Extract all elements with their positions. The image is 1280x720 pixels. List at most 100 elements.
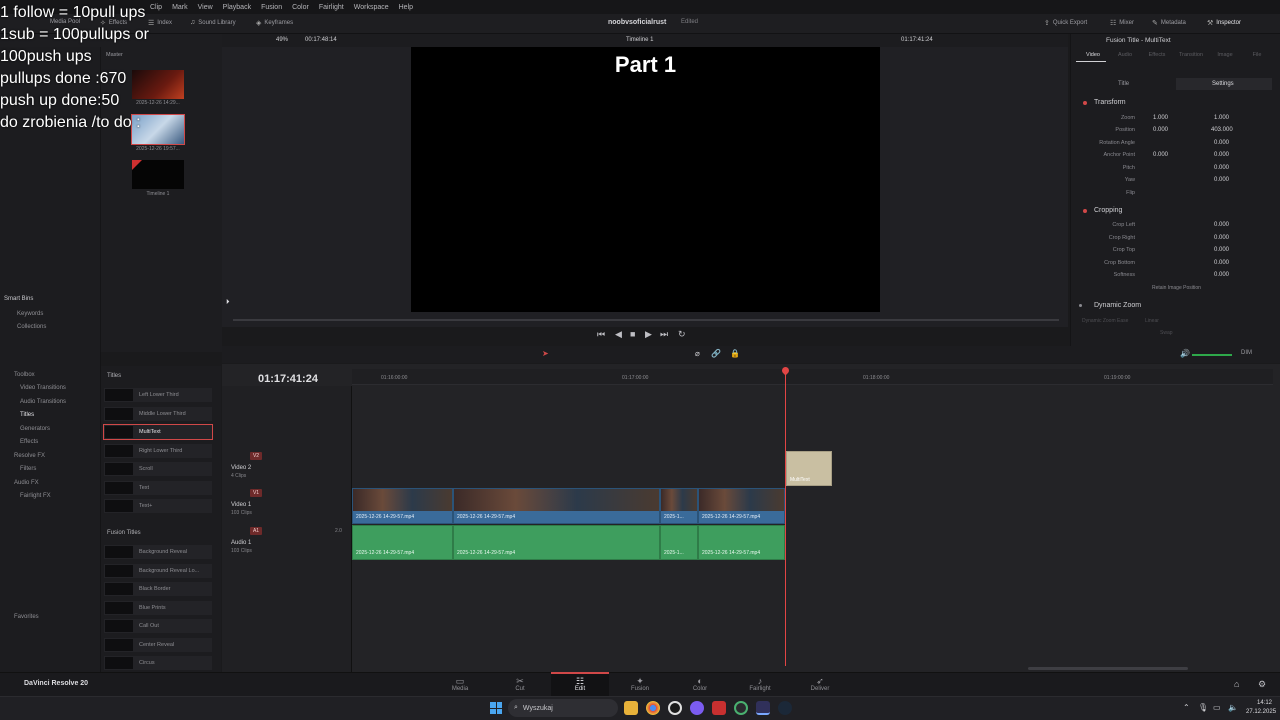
title-scroll[interactable]: Scroll	[104, 462, 212, 476]
dynamic-zoom-header[interactable]: Dynamic Zoom	[1094, 302, 1141, 309]
inspector-tab-image[interactable]: Image	[1210, 52, 1240, 58]
chrome-icon[interactable]	[646, 701, 660, 715]
menu-fairlight[interactable]: Fairlight	[319, 4, 344, 11]
discord-icon[interactable]	[690, 701, 704, 715]
anchor-x-field[interactable]: 0.000	[1153, 152, 1168, 158]
microphone-icon[interactable]: 🎙	[1198, 703, 1208, 712]
steam-icon[interactable]	[778, 701, 792, 715]
subtab-settings[interactable]: Settings	[1212, 81, 1234, 87]
fusion-title-item[interactable]: Blue Prints	[104, 601, 212, 615]
transform-enabled-dot[interactable]	[1083, 101, 1087, 105]
audio-transitions-item[interactable]: Audio Transitions	[20, 399, 66, 405]
timeline-thumb[interactable]	[132, 160, 184, 189]
zoom-x-field[interactable]: 1.000	[1153, 115, 1168, 121]
taskbar-clock[interactable]: 14:12 27.12.2025	[1246, 699, 1276, 717]
page-deliver[interactable]: ➶ Deliver	[800, 676, 840, 692]
fullscreen-icon[interactable]: ⏵	[226, 299, 230, 307]
transform-header[interactable]: Transform	[1094, 99, 1126, 106]
fusion-title-item[interactable]: Center Reveal	[104, 638, 212, 652]
effects-item[interactable]: Effects	[20, 439, 38, 445]
quick-export-button[interactable]: ⇪ Quick Export	[1044, 19, 1087, 27]
tray-chevron-icon[interactable]: ⌃	[1183, 703, 1190, 712]
skip-end-icon[interactable]: ⏭	[660, 329, 668, 340]
subtab-title[interactable]: Title	[1118, 81, 1129, 87]
video-clip[interactable]: 2025-12-26 14-29-57.mp4	[453, 488, 660, 524]
title-clip[interactable]: MultiText	[786, 451, 832, 486]
play-icon[interactable]: ▶	[645, 329, 652, 340]
inspector-tab-video[interactable]: Video	[1078, 52, 1108, 58]
audio-clip[interactable]: 2025-12-26 14-29-57.mp4	[453, 525, 660, 560]
video-clip[interactable]: 2025-1...	[660, 488, 698, 524]
cropping-enabled-dot[interactable]	[1083, 209, 1087, 213]
position-x-field[interactable]: 0.000	[1153, 127, 1168, 133]
fairlight-fx-item[interactable]: Fairlight FX	[20, 493, 51, 499]
inspector-tab-transition[interactable]: Transition	[1176, 52, 1206, 58]
generators-item[interactable]: Generators	[20, 426, 50, 432]
volume-icon[interactable]: 🔊	[1180, 349, 1190, 358]
page-fusion[interactable]: ✦ Fusion	[620, 676, 660, 692]
page-fairlight[interactable]: ♪ Fairlight	[740, 676, 780, 692]
zoom-dropdown[interactable]: 49%	[276, 37, 288, 43]
a1-badge[interactable]: A1	[250, 527, 262, 535]
v2-badge[interactable]: V2	[250, 452, 262, 460]
audio-fx-category[interactable]: Audio FX	[14, 480, 39, 486]
capcut-icon[interactable]	[712, 701, 726, 715]
menu-fusion[interactable]: Fusion	[261, 4, 282, 11]
mixer-button[interactable]: ☷ Mixer	[1110, 19, 1134, 27]
selection-tool-icon[interactable]: ➤	[542, 349, 549, 358]
timeline-dropdown[interactable]: Timeline 1	[626, 37, 653, 43]
menu-color[interactable]: Color	[292, 4, 309, 11]
menu-help[interactable]: Help	[399, 4, 413, 11]
sound-library-button[interactable]: ♫ Sound Library	[190, 19, 236, 26]
title-middle-lower-third[interactable]: Middle Lower Third	[104, 407, 212, 421]
network-icon[interactable]: ▭	[1213, 703, 1221, 712]
video-clip[interactable]: 2025-12-26 14-29-57.mp4	[352, 488, 453, 524]
title-right-lower-third[interactable]: Right Lower Third	[104, 444, 212, 458]
anchor-y-field[interactable]: 0.000	[1214, 152, 1229, 158]
yaw-field[interactable]: 0.000	[1214, 177, 1229, 183]
speaker-icon[interactable]: 🔈	[1228, 703, 1238, 712]
menu-playback[interactable]: Playback	[223, 4, 251, 11]
title-text-plus[interactable]: Text+	[104, 499, 212, 513]
cropping-header[interactable]: Cropping	[1094, 207, 1122, 214]
viewer-scrubber[interactable]	[233, 319, 1059, 321]
audio-clip[interactable]: 2025-12-26 14-29-57.mp4	[352, 525, 453, 560]
fusion-title-item[interactable]: Black Border	[104, 582, 212, 596]
dynamic-zoom-ease-select[interactable]: Linear	[1145, 318, 1159, 324]
stop-icon[interactable]: ■	[630, 329, 635, 339]
softness-field[interactable]: 0.000	[1214, 272, 1229, 278]
fusion-title-item[interactable]: Background Reveal Lo...	[104, 564, 212, 578]
dynamic-zoom-dot[interactable]	[1079, 304, 1082, 307]
file-explorer-icon[interactable]	[624, 701, 638, 715]
page-media[interactable]: ▭ Media	[440, 676, 480, 692]
timeline-ruler[interactable]	[352, 369, 1273, 385]
resolve-fx-category[interactable]: Resolve FX	[14, 453, 45, 459]
retain-image-position-checkbox[interactable]: Retain Image Position	[1152, 285, 1201, 291]
fusion-title-item[interactable]: Background Reveal	[104, 545, 212, 559]
title-multitext[interactable]: MultiText	[103, 424, 213, 440]
favorites-header[interactable]: Favorites	[14, 614, 39, 620]
audio-clip[interactable]: 2025-12-26 14-29-57.mp4	[698, 525, 785, 560]
viewer-canvas[interactable]	[411, 47, 880, 312]
smart-bin-collections[interactable]: Collections	[17, 324, 46, 330]
smart-bin-keywords[interactable]: Keywords	[17, 311, 43, 317]
inspector-tab-effects[interactable]: Effects	[1142, 52, 1172, 58]
crop-bottom-field[interactable]: 0.000	[1214, 260, 1229, 266]
toolbox-category[interactable]: Toolbox	[14, 372, 35, 378]
title-left-lower-third[interactable]: Left Lower Third	[104, 388, 212, 402]
inspector-tab-audio[interactable]: Audio	[1110, 52, 1140, 58]
crop-right-field[interactable]: 0.000	[1214, 235, 1229, 241]
playhead-line[interactable]	[785, 370, 786, 666]
page-cut[interactable]: ✂ Cut	[500, 676, 540, 692]
lock-icon[interactable]: 🔒	[730, 349, 740, 358]
video-transitions-item[interactable]: Video Transitions	[20, 385, 66, 391]
audio-clip[interactable]: 2025-1...	[660, 525, 698, 560]
page-edit[interactable]: ☷ Edit	[560, 676, 600, 692]
filters-item[interactable]: Filters	[20, 466, 36, 472]
metadata-button[interactable]: ✎ Metadata	[1152, 19, 1186, 27]
pitch-field[interactable]: 0.000	[1214, 165, 1229, 171]
settings-icon[interactable]: ⚙	[1258, 679, 1266, 690]
crop-left-field[interactable]: 0.000	[1214, 222, 1229, 228]
position-y-field[interactable]: 403.000	[1211, 127, 1233, 133]
volume-slider[interactable]	[1192, 354, 1232, 356]
